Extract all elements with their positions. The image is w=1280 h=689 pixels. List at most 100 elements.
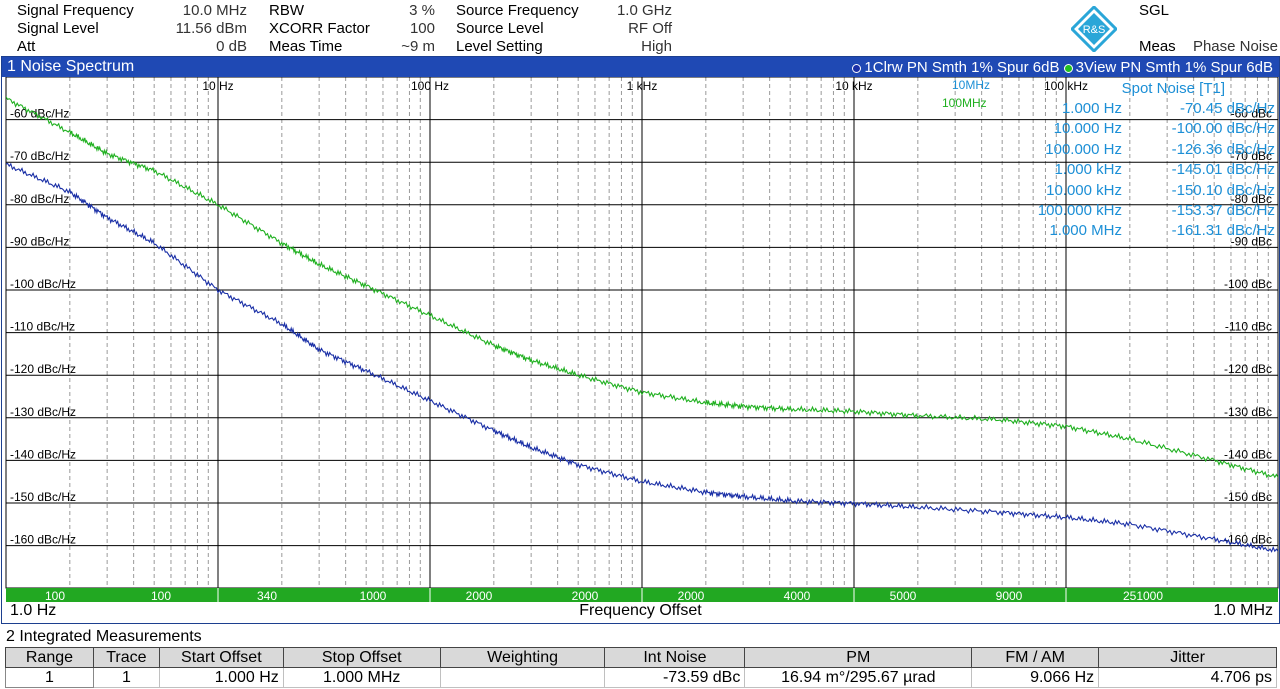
header-value: 0 dB [216,38,247,55]
legend-dot [1063,63,1073,73]
start-offset-cell[interactable]: 1.000 Hz [158,667,284,688]
fm-am-cell: 9.066 Hz [971,667,1100,688]
legend-text: 3View PN Smth 1% Spur 6dB [1075,59,1273,76]
y-tick-label-right: -140 dBc [1224,447,1272,461]
marker-label: 10MHz [952,78,990,92]
y-tick-label-right: -150 dBc [1224,490,1272,504]
column-header[interactable]: Start Offset [158,647,284,668]
header-label: RBW [269,2,304,19]
column-header[interactable]: Jitter [1098,647,1277,668]
x-tick-label: 100 Hz [411,79,449,93]
weighting-cell[interactable] [439,667,606,688]
noise-spectrum-window[interactable]: 10 Hz 100 Hz 1 kHz 10 kHz 100 kHz -60 dBc/Hz -… [1,56,1280,624]
header-value: 100 [409,20,435,37]
band-value: 2000 [572,589,599,603]
band-value: 340 [257,589,277,603]
y-tick-label-right: -100 dBc [1224,277,1272,291]
x-axis-label: Frequency Offset [579,602,702,619]
header-value: 11.56 dBm [175,20,247,37]
spot-value: -145.01 dBc/Hz [1171,161,1275,179]
rohde-schwarz-logo: R&S [1071,6,1117,52]
trace-cell[interactable]: 1 [92,667,160,688]
table-row[interactable]: 1 1 1.000 Hz 1.000 MHz -73.59 dBc 16.94 … [5,667,1277,688]
status-header: Signal Frequency 10.0 MHz RBW 3 % Source… [0,0,1280,56]
band-value: 100 [151,589,171,603]
y-tick-label-right: -130 dBc [1224,405,1272,419]
column-header[interactable]: FM / AM [971,647,1100,668]
header-value: High [641,38,672,55]
x-tick-label: 10 kHz [835,79,872,93]
header-label: Signal Frequency [17,2,134,19]
spot-freq: 1.000 Hz [1061,100,1122,117]
sweep-mode: SGL [1139,2,1170,19]
spot-value: -70.45 dBc/Hz [1179,100,1275,117]
spot-row: 1.000 Hz -70.45 dBc/Hz [1002,99,1275,119]
band-value: 2000 [678,589,705,603]
spot-value: -161.31 dBc/Hz [1171,222,1275,240]
header-label: Level Setting [456,38,543,55]
x-axis-stop: 1.0 MHz [1213,602,1273,619]
legend-entry: 3View PN Smth 1% Spur 6dB [1063,59,1273,76]
spot-noise-title: Spot Noise [T1] [1121,80,1225,97]
header-label: Signal Level [17,20,99,37]
band-value: 2000 [466,589,493,603]
band-value: 251000 [1123,589,1163,603]
column-header[interactable]: PM [744,647,973,668]
spot-freq: 1.000 MHz [1049,222,1122,240]
y-tick-label: -160 dBc/Hz [10,533,76,547]
y-tick-label-right: -120 dBc [1224,362,1272,376]
marker-label: 100MHz [942,96,987,110]
header-value: 3 % [409,2,435,19]
spot-noise-table: Spot Noise [T1] 1.000 Hz -70.45 dBc/Hz 10… [1002,79,1275,242]
y-tick-label: -90 dBc/Hz [10,234,69,248]
spot-value: -100.00 dBc/Hz [1171,120,1275,138]
stop-offset-cell[interactable]: 1.000 MHz [282,667,441,688]
spot-row: 10.000 Hz -100.00 dBc/Hz [1002,119,1275,139]
y-tick-label: -80 dBc/Hz [10,192,69,206]
y-tick-label: -60 dBc/Hz [10,107,69,121]
window-title: 1 Noise Spectrum [7,58,135,75]
spot-value: -153.37 dBc/Hz [1171,201,1275,219]
band-value: 5000 [890,589,917,603]
int-noise-cell: -73.59 dBc [604,667,746,688]
pm-cell: 16.94 m°/295.67 µrad [744,667,973,688]
spot-row: 10.000 kHz -150.10 dBc/Hz [1002,181,1275,201]
band-value: 4000 [784,589,811,603]
column-header[interactable]: Range [5,647,94,668]
column-header[interactable]: Trace [92,647,160,668]
y-tick-label: -130 dBc/Hz [10,405,76,419]
header-value: RF Off [628,20,672,37]
column-header[interactable]: Stop Offset [282,647,441,668]
header-value: 10.0 MHz [182,2,247,19]
logo-text: R&S [1083,24,1106,36]
header-label: Source Frequency [456,2,579,19]
y-tick-label: -110 dBc/Hz [10,320,75,334]
y-tick-label: -120 dBc/Hz [10,362,76,376]
header-label: Att [17,38,36,55]
jitter-cell: 4.706 ps [1098,667,1277,688]
spot-freq: 100.000 Hz [1045,140,1122,158]
header-value: 1.0 GHz [616,2,672,19]
spot-value: -150.10 dBc/Hz [1171,181,1275,199]
x-tick-label: 10 Hz [202,79,233,93]
column-header[interactable]: Int Noise [604,647,746,668]
y-tick-label: -150 dBc/Hz [10,490,76,504]
integrated-measurements-title: 2 Integrated Measurements [6,628,202,645]
header-label: Source Level [456,20,544,37]
window-title-bar[interactable]: 1 Noise Spectrum 1Clrw PN Smth 1% Spur 6… [2,57,1279,77]
spot-row: 100.000 kHz -153.37 dBc/Hz [1002,201,1275,221]
column-header[interactable]: Weighting [439,647,606,668]
band-value: 9000 [996,589,1023,603]
legend-dot [852,63,862,73]
spot-freq: 100.000 kHz [1037,201,1122,219]
meas-label: Meas [1139,38,1176,55]
range-cell[interactable]: 1 [5,667,94,688]
y-tick-label: -70 dBc/Hz [10,149,69,163]
integrated-measurements-table: Range Trace Start Offset Stop Offset Wei… [5,647,1277,688]
meas-value: Phase Noise [1192,38,1278,55]
y-tick-label: -140 dBc/Hz [10,447,76,461]
header-value: ~9 m [401,38,435,55]
x-tick-label: 1 kHz [627,79,658,93]
spot-freq: 1.000 kHz [1054,161,1122,179]
trace-legend: 1Clrw PN Smth 1% Spur 6dB 3View PN Smth … [852,59,1273,76]
